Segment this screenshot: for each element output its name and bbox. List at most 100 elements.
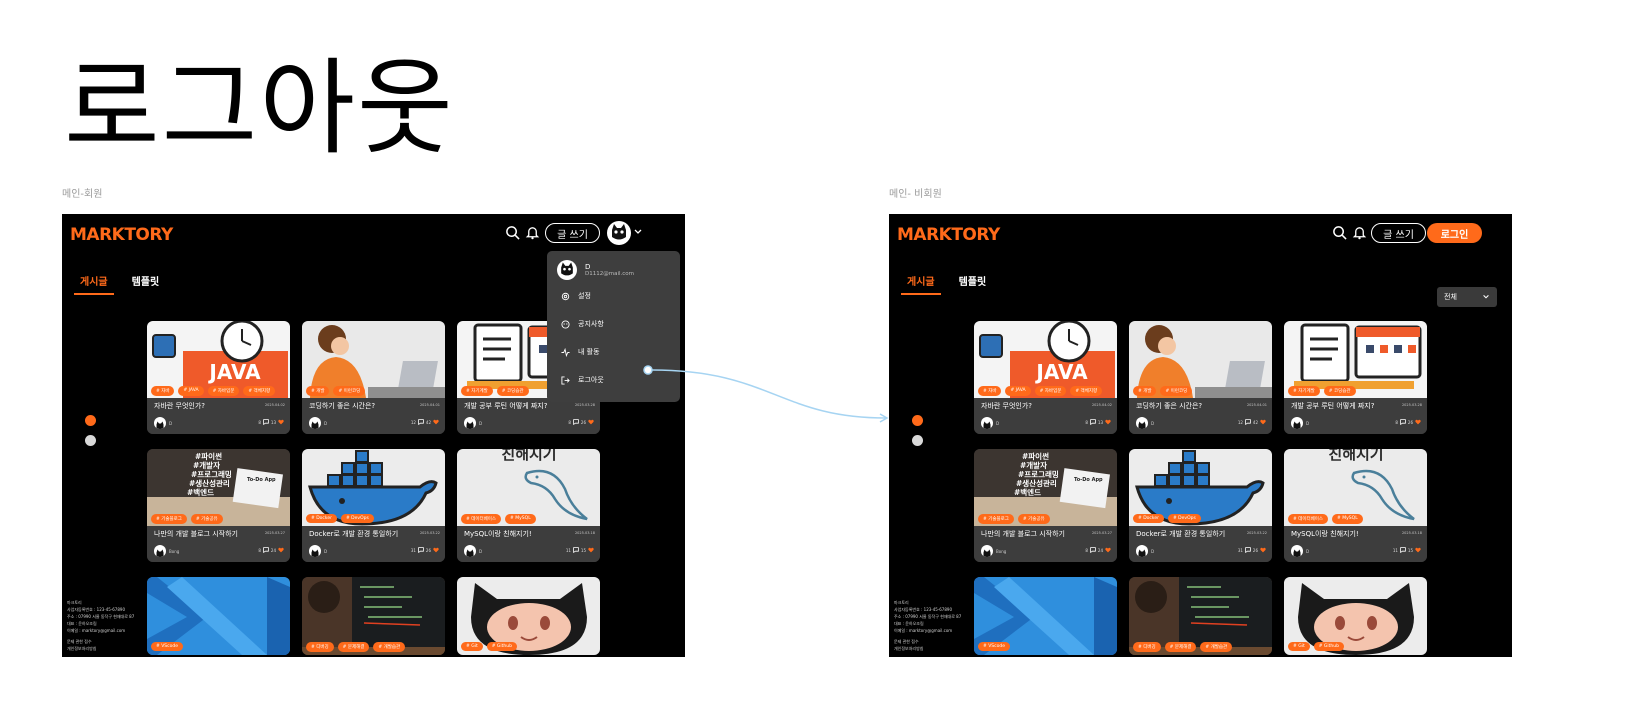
post-card[interactable]: 친해지기 # 데이터베이스 # MySQL MySQL이랑 친해지기! 2025.03.… [1284, 449, 1427, 562]
sort-select[interactable]: 전체 [1437, 287, 1497, 307]
footer-link[interactable]: 문제 관한 접수 [67, 638, 147, 645]
tag-chip[interactable]: # 개발 [306, 386, 330, 396]
search-icon[interactable] [1332, 225, 1347, 240]
tag-chip[interactable]: # 개발 [1133, 386, 1157, 396]
tab-posts[interactable]: 게시글 [901, 273, 941, 295]
post-date: 2025.03.27 [264, 531, 285, 535]
post-card[interactable]: # 개발 # 이런코딩 코딩하기 좋은 시간은? 2025.04.01 D 12 42 [302, 321, 445, 434]
tag-chip[interactable]: # 객체지향 [1070, 386, 1103, 396]
tag-chip[interactable]: # 기술공유 [1017, 514, 1050, 524]
author-avatar[interactable] [464, 545, 476, 557]
post-card[interactable]: To-Do App #파이썬 #개발자 #프로그래밍 #생산성관리 #백엔드 # 기술블로그… [147, 449, 290, 562]
author-avatar[interactable] [154, 417, 166, 429]
write-button[interactable]: 글 쓰기 [1371, 223, 1426, 243]
tag-chip[interactable]: # 객체지향 [243, 386, 276, 396]
tag-chip[interactable]: # Github [1313, 642, 1344, 651]
tag-chip[interactable]: # 자바입문 [207, 386, 240, 396]
tag-chip[interactable]: # 코딩습관 [1323, 386, 1356, 396]
post-card[interactable]: # VScode [974, 577, 1117, 655]
author-avatar[interactable] [309, 545, 321, 557]
logo[interactable]: MARKTORY [897, 225, 1000, 245]
post-card[interactable]: # Docker # DevOps Docker로 개발 환경 통일하기 2025.0… [302, 449, 445, 562]
dropdown-item-notice[interactable]: 공지사항 [561, 319, 604, 329]
tag-chip[interactable]: # 디버깅 [306, 642, 334, 652]
author-avatar[interactable] [981, 417, 993, 429]
page-dot[interactable] [912, 435, 923, 446]
author-avatar[interactable] [1136, 417, 1148, 429]
search-icon[interactable] [505, 225, 520, 240]
author-avatar[interactable] [1291, 545, 1303, 557]
footer-link[interactable]: 개인정보처리방침 [894, 645, 974, 652]
avatar[interactable] [607, 221, 631, 245]
login-button[interactable]: 로그인 [1427, 223, 1482, 243]
tag-chip[interactable]: # MySQL [1332, 514, 1363, 524]
post-card[interactable]: # 디버깅 # 문제해결 # 개발습관 [1129, 577, 1272, 655]
chevron-down-icon[interactable] [633, 227, 643, 237]
page-dot-active[interactable] [85, 415, 96, 426]
tag-chip[interactable]: # 개발습관 [373, 642, 406, 652]
tab-templates[interactable]: 템플릿 [126, 273, 166, 295]
tag-chip[interactable]: # 자바입문 [1034, 386, 1067, 396]
tag-chip[interactable]: # 이런코딩 [333, 386, 366, 396]
author-avatar[interactable] [1291, 417, 1303, 429]
post-card[interactable]: # VScode [147, 577, 290, 655]
tag-chip[interactable]: # 자기계발 [461, 386, 493, 396]
post-card[interactable]: To-Do App #파이썬 #개발자 #프로그래밍 #생산성관리 #백엔드 # 기술블로그… [974, 449, 1117, 562]
bell-icon[interactable] [1352, 225, 1367, 240]
tag-chip[interactable]: # Docker [306, 514, 337, 523]
tab-posts[interactable]: 게시글 [74, 273, 114, 295]
tag-chip[interactable]: # Docker [1133, 514, 1164, 523]
tag-chip[interactable]: # VScode [151, 642, 183, 651]
author-avatar-icon [154, 420, 166, 429]
tag-chip[interactable]: # 데이터베이스 [461, 514, 502, 524]
tag-chip[interactable]: # 코딩습관 [496, 386, 529, 396]
tag-chip[interactable]: # 자바 [151, 386, 175, 396]
post-card[interactable]: # Docker # DevOps Docker로 개발 환경 통일하기 2025.0… [1129, 449, 1272, 562]
tag-chip[interactable]: # 디버깅 [1133, 642, 1161, 652]
post-card[interactable]: JAVA # 자바 # JAVA # 자바입문 # 객체지향 자바란 무엇인가? 2025.… [147, 321, 290, 434]
tag-chip[interactable]: # MySQL [505, 514, 536, 524]
page-dot[interactable] [85, 435, 96, 446]
dropdown-item-settings[interactable]: 설정 [561, 291, 591, 301]
author-avatar[interactable] [1136, 545, 1148, 557]
tag-chip[interactable]: # 이런코딩 [1160, 386, 1193, 396]
tag-chip[interactable]: # JAVA [178, 386, 204, 396]
author-avatar-icon [309, 548, 321, 557]
post-card[interactable]: 친해지기 # 데이터베이스 # MySQL MySQL이랑 친해지기! 2025.03.… [457, 449, 600, 562]
dropdown-item-logout[interactable]: 로그아웃 [561, 375, 604, 385]
post-card[interactable]: JAVA # 자바 # JAVA # 자바입문 # 객체지향 자바란 무엇인가? 2025.… [974, 321, 1117, 434]
author-avatar[interactable] [464, 417, 476, 429]
tag-chip[interactable]: # 기술블로그 [151, 514, 187, 524]
tag-chip[interactable]: # 데이터베이스 [1288, 514, 1329, 524]
tag-chip[interactable]: # JAVA [1005, 386, 1031, 396]
tag-chip[interactable]: # 기술블로그 [978, 514, 1014, 524]
bell-icon[interactable] [525, 225, 540, 240]
tag-chip[interactable]: # VScode [978, 642, 1010, 651]
logo[interactable]: MARKTORY [70, 225, 173, 245]
footer-link[interactable]: 문제 관한 접수 [894, 638, 974, 645]
tag-chip[interactable]: # Git [1288, 642, 1310, 651]
post-card[interactable]: # 자기계발 # 코딩습관 개발 공부 루틴 어떻게 짜지? 2025.03.28 D 8… [1284, 321, 1427, 434]
tag-chip[interactable]: # 기술공유 [190, 514, 223, 524]
tag-chip[interactable]: # Github [486, 642, 517, 651]
tag-chip[interactable]: # 자기계발 [1288, 386, 1320, 396]
footer-link[interactable]: 개인정보처리방침 [67, 645, 147, 652]
tag-chip[interactable]: # 문제해결 [337, 642, 370, 652]
post-card[interactable]: # 개발 # 이런코딩 코딩하기 좋은 시간은? 2025.04.01 D 12 42 [1129, 321, 1272, 434]
post-card[interactable]: # Git # Github [1284, 577, 1427, 655]
post-card[interactable]: # Git # Github [457, 577, 600, 655]
author-avatar[interactable] [309, 417, 321, 429]
tab-templates[interactable]: 템플릿 [953, 273, 993, 295]
author-avatar[interactable] [154, 545, 166, 557]
tag-chip[interactable]: # DevOps [340, 514, 374, 523]
tag-chip[interactable]: # 개발습관 [1200, 642, 1233, 652]
tag-chip[interactable]: # 문제해결 [1164, 642, 1197, 652]
post-card[interactable]: # 디버깅 # 문제해결 # 개발습관 [302, 577, 445, 655]
page-dot-active[interactable] [912, 415, 923, 426]
tag-chip[interactable]: # Git [461, 642, 483, 651]
author-avatar[interactable] [981, 545, 993, 557]
dropdown-item-activity[interactable]: 내 활동 [561, 347, 600, 357]
tag-chip[interactable]: # 자바 [978, 386, 1002, 396]
write-button[interactable]: 글 쓰기 [545, 223, 600, 243]
tag-chip[interactable]: # DevOps [1167, 514, 1201, 523]
